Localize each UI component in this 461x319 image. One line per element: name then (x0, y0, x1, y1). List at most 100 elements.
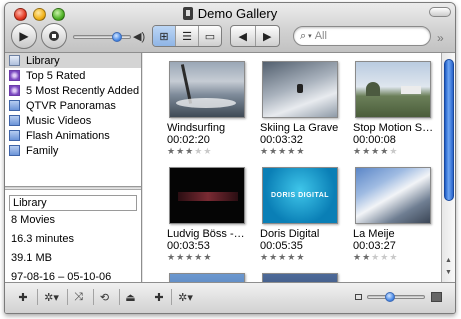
movie-tile[interactable] (167, 273, 251, 282)
star-filled-icon[interactable]: ★ (176, 146, 185, 156)
toolbar-toggle-button[interactable] (429, 7, 451, 17)
add-icon: ✚ (18, 291, 28, 304)
search-menu-icon[interactable]: ▾ (308, 32, 312, 40)
rating-stars[interactable]: ★★★★★ (167, 146, 251, 157)
movie-tile[interactable]: Windsurfing 00:02:20 ★★★★★ (167, 61, 251, 157)
list-view-icon[interactable]: ☰ (176, 26, 199, 46)
small-thumbnail-icon[interactable] (353, 289, 363, 305)
star-filled-icon[interactable]: ★ (380, 146, 389, 156)
movie-tile[interactable]: Skiing La Grave 00:03:32 ★★★★★ (260, 61, 344, 157)
rating-stars[interactable]: ★★★★★ (167, 252, 251, 263)
gear-icon: ✲▾ (44, 291, 59, 304)
source-item-flash-animations[interactable]: Flash Animations (5, 128, 141, 143)
star-filled-icon[interactable]: ★ (194, 252, 203, 262)
star-empty-icon[interactable]: ★ (389, 252, 398, 262)
grid-view-icon[interactable]: ⊞ (153, 26, 176, 46)
stop-button[interactable] (41, 23, 67, 49)
star-filled-icon[interactable]: ★ (353, 146, 362, 156)
source-item-family[interactable]: Family (5, 143, 141, 158)
add-movie-button[interactable]: ✚ (151, 289, 167, 305)
movie-name: Skiing La Grave (260, 122, 339, 134)
thumbnail-logo-text: DORIS DIGITAL (270, 192, 330, 199)
star-filled-icon[interactable]: ★ (371, 146, 380, 156)
movie-tile[interactable] (260, 273, 344, 282)
vertical-scrollbar[interactable]: ▲ ▼ (441, 53, 455, 282)
star-filled-icon[interactable]: ★ (269, 146, 278, 156)
star-filled-icon[interactable]: ★ (176, 252, 185, 262)
star-filled-icon[interactable]: ★ (287, 146, 296, 156)
star-filled-icon[interactable]: ★ (203, 252, 212, 262)
star-empty-icon[interactable]: ★ (371, 252, 380, 262)
search-field[interactable]: ⌕ ▾ All (293, 26, 431, 46)
star-filled-icon[interactable]: ★ (260, 252, 269, 262)
stop-icon (49, 31, 59, 41)
shuffle-button[interactable]: ⤨ (67, 289, 89, 305)
scroll-down-arrow-icon[interactable]: ▼ (445, 269, 452, 276)
thumbnail-size-knob[interactable] (385, 292, 396, 302)
play-button[interactable]: ▶ (11, 23, 37, 49)
star-filled-icon[interactable]: ★ (296, 252, 305, 262)
source-item-recently-added[interactable]: 5 Most Recently Added (5, 83, 141, 98)
window-title-text: Demo Gallery (197, 6, 278, 21)
movie-tile[interactable]: Stop Motion S… 00:00:08 ★★★★★ (353, 61, 437, 157)
star-empty-icon[interactable]: ★ (380, 252, 389, 262)
scroll-up-arrow-icon[interactable]: ▲ (445, 257, 452, 264)
repeat-button[interactable]: ⟲ (93, 289, 115, 305)
star-filled-icon[interactable]: ★ (278, 252, 287, 262)
star-filled-icon[interactable]: ★ (167, 146, 176, 156)
star-filled-icon[interactable]: ★ (353, 252, 362, 262)
star-filled-icon[interactable]: ★ (278, 146, 287, 156)
star-empty-icon[interactable]: ★ (203, 146, 212, 156)
movie-thumbnail[interactable] (169, 273, 245, 282)
rating-stars[interactable]: ★★★★★ (353, 252, 437, 263)
scrollbar-thumb[interactable] (444, 59, 454, 201)
source-item-label: Music Videos (26, 114, 92, 127)
movie-duration: 00:03:32 (260, 134, 303, 146)
rating-stars[interactable]: ★★★★★ (260, 146, 344, 157)
movie-thumbnail[interactable] (355, 167, 431, 224)
search-icon: ⌕ (300, 29, 307, 42)
movie-thumbnail[interactable] (169, 61, 245, 118)
movie-thumbnail[interactable]: DORIS DIGITAL (262, 167, 338, 224)
collection-icon (9, 100, 20, 111)
source-item-top-5-rated[interactable]: Top 5 Rated (5, 68, 141, 83)
collection-name-field[interactable]: Library (9, 195, 137, 211)
star-empty-icon[interactable]: ★ (194, 146, 203, 156)
rating-stars[interactable]: ★★★★★ (260, 252, 344, 263)
action-menu-button[interactable]: ✲▾ (37, 289, 65, 305)
movie-thumbnail[interactable] (262, 61, 338, 118)
movie-thumbnail[interactable] (355, 61, 431, 118)
star-filled-icon[interactable]: ★ (185, 146, 194, 156)
movie-tile[interactable]: Ludvig Böss -… 00:03:53 ★★★★★ (167, 167, 251, 263)
star-filled-icon[interactable]: ★ (185, 252, 194, 262)
bottom-bar: ✚ ✲▾ ⤨ ⟲ ⏏ ✚ ✲▾ (5, 282, 455, 313)
star-filled-icon[interactable]: ★ (260, 146, 269, 156)
forward-arrow-icon[interactable]: ▶ (256, 26, 280, 46)
movie-thumbnail[interactable] (262, 273, 338, 282)
star-filled-icon[interactable]: ★ (296, 146, 305, 156)
volume-knob[interactable] (111, 32, 122, 42)
movie-tile[interactable]: DORIS DIGITAL Doris Digital 00:05:35 ★★★… (260, 167, 344, 263)
star-filled-icon[interactable]: ★ (287, 252, 296, 262)
large-thumbnail-icon[interactable] (429, 289, 443, 305)
toolbar-overflow-icon[interactable]: » (437, 31, 444, 45)
movie-tile[interactable]: La Meije 00:03:27 ★★★★★ (353, 167, 437, 263)
add-collection-button[interactable]: ✚ (15, 289, 31, 305)
star-filled-icon[interactable]: ★ (269, 252, 278, 262)
star-filled-icon[interactable]: ★ (167, 252, 176, 262)
item-action-menu-button[interactable]: ✲▾ (171, 289, 199, 305)
movie-thumbnail[interactable] (169, 167, 245, 224)
volume-slider[interactable] (73, 35, 131, 39)
source-item-music-videos[interactable]: Music Videos (5, 113, 141, 128)
star-filled-icon[interactable]: ★ (362, 146, 371, 156)
movie-name: Doris Digital (260, 228, 320, 240)
star-empty-icon[interactable]: ★ (389, 146, 398, 156)
thumbnail-size-slider[interactable] (367, 295, 425, 299)
source-item-library[interactable]: Library (5, 53, 141, 68)
source-item-qtvr-panoramas[interactable]: QTVR Panoramas (5, 98, 141, 113)
back-arrow-icon[interactable]: ◀ (231, 26, 256, 46)
single-view-icon[interactable]: ▭ (199, 26, 221, 46)
star-filled-icon[interactable]: ★ (362, 252, 371, 262)
rating-stars[interactable]: ★★★★★ (353, 146, 437, 157)
eject-button[interactable]: ⏏ (119, 289, 141, 305)
